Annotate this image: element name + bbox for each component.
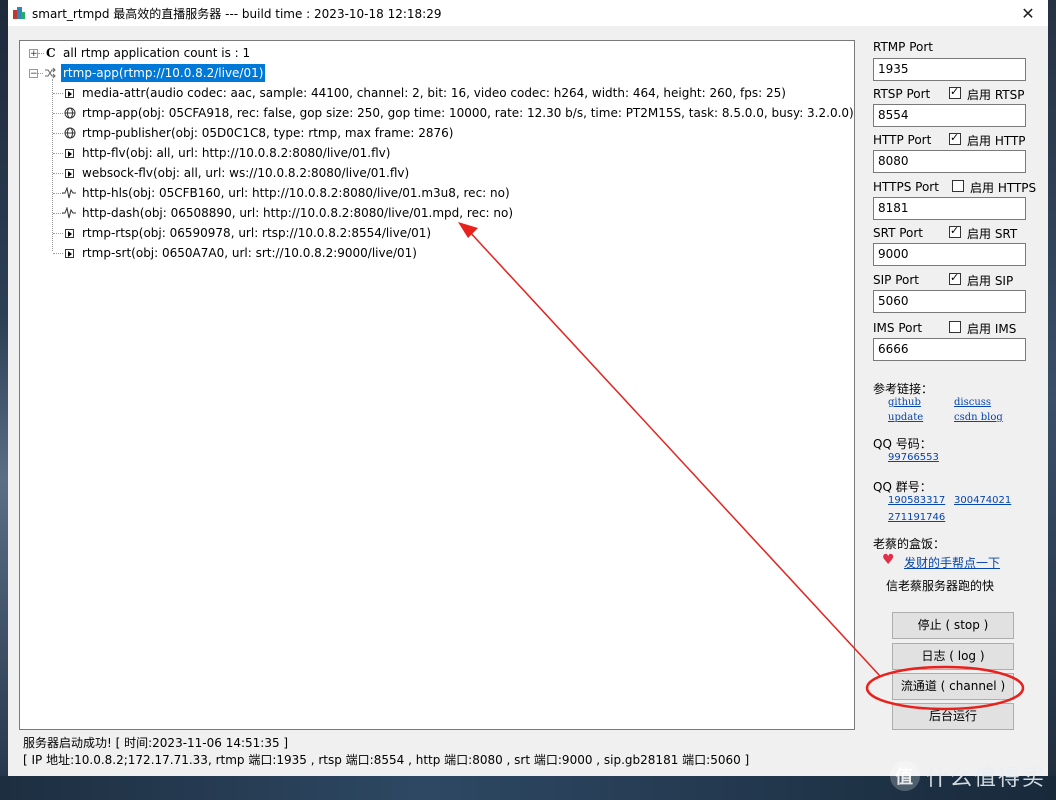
stop-button[interactable]: 停止 ( stop ) (892, 612, 1014, 639)
root-expand-toggle[interactable]: + (29, 49, 38, 59)
rtmp-port-input[interactable]: 1935 (873, 58, 1026, 81)
tree-child-node[interactable]: rtmp-publisher(obj: 05D0C1C8, type: rtmp… (82, 124, 453, 142)
http-port-input[interactable]: 8080 (873, 150, 1026, 173)
app-window: smart_rtmpd 最高效的直播服务器 --- build time : 2… (8, 0, 1048, 776)
discuss-link[interactable]: discuss (954, 397, 991, 408)
srt-port-label: SRT Port (873, 226, 924, 240)
https-enable-checkbox[interactable] (952, 180, 964, 192)
srt-port-input[interactable]: 9000 (873, 243, 1026, 266)
srt-enable-checkbox[interactable] (949, 224, 961, 238)
tree-child-node[interactable]: rtmp-rtsp(obj: 06590978, url: rtsp://10.… (82, 224, 431, 242)
globe-icon (64, 127, 76, 139)
title-bar: smart_rtmpd 最高效的直播服务器 --- build time : 2… (8, 0, 1048, 26)
leaf-icon (65, 249, 74, 258)
ims-enable-label: 启用 IMS (967, 322, 1017, 336)
tree-child-node[interactable]: http-dash(obj: 06508890, url: http://10.… (82, 204, 513, 222)
update-link[interactable]: update (888, 412, 923, 423)
desktop-left-edge (0, 0, 8, 800)
https-port-input[interactable]: 8181 (873, 197, 1026, 220)
rtsp-port-label: RTSP Port (873, 87, 931, 101)
rtsp-enable-label: 启用 RTSP (967, 88, 1025, 102)
qq-group-link-3[interactable]: 271191746 (888, 512, 945, 523)
status-details: [ IP 地址:10.0.8.2;172.17.71.33, rtmp 端口:1… (23, 753, 750, 767)
srt-enable-label: 启用 SRT (967, 227, 1018, 241)
ims-port-input[interactable]: 6666 (873, 338, 1026, 361)
donate-title: 老蔡的盒饭： (873, 537, 946, 551)
qq-group-title: QQ 群号： (873, 480, 932, 494)
github-link[interactable]: github (888, 397, 921, 408)
qq-group-link-2[interactable]: 300474021 (954, 495, 1011, 506)
channel-tree[interactable]: + C all rtmp application count is : 1 − … (19, 40, 855, 730)
wave-icon (62, 187, 76, 199)
ims-port-label: IMS Port (873, 321, 923, 335)
tree-child-node[interactable]: rtmp-app(obj: 05CFA918, rec: false, gop … (82, 104, 854, 122)
http-enable-label: 启用 HTTP (967, 134, 1026, 148)
app-expand-toggle[interactable]: − (29, 69, 38, 79)
https-port-label: HTTPS Port (873, 180, 939, 194)
leaf-icon (65, 229, 74, 238)
watermark: 值 什么值得买 (889, 760, 1046, 792)
leaf-icon (65, 89, 74, 98)
heart-icon: ♥ (882, 552, 895, 568)
app-icon (13, 7, 25, 19)
channel-button[interactable]: 流通道 ( channel ) (892, 673, 1014, 700)
donate-text: 信老蔡服务器跑的快 (886, 579, 995, 593)
tree-root-label[interactable]: all rtmp application count is : 1 (63, 44, 250, 62)
qq-number-link[interactable]: 99766553 (888, 452, 939, 463)
sip-port-input[interactable]: 5060 (873, 290, 1026, 313)
csdn-blog-link[interactable]: csdn blog (954, 412, 1003, 423)
tree-app-node[interactable]: rtmp-app(rtmp://10.0.8.2/live/01) (61, 64, 266, 82)
http-port-label: HTTP Port (873, 133, 932, 147)
tree-child-node[interactable]: rtmp-srt(obj: 0650A7A0, url: srt://10.0.… (82, 244, 417, 262)
links-title: 参考链接： (873, 382, 934, 396)
background-run-button[interactable]: 后台运行 (892, 703, 1014, 730)
ims-enable-checkbox[interactable] (949, 321, 961, 333)
wave-icon (62, 207, 76, 219)
rtsp-enable-checkbox[interactable] (949, 85, 961, 99)
sip-enable-checkbox[interactable] (949, 271, 961, 285)
watermark-badge: 值 (889, 761, 920, 791)
c-icon: C (46, 46, 56, 60)
desktop-right-edge (1048, 0, 1056, 800)
qq-title: QQ 号码： (873, 437, 932, 451)
leaf-icon (65, 169, 74, 178)
http-enable-checkbox[interactable] (949, 131, 961, 145)
watermark-text: 什么值得买 (925, 766, 1046, 791)
tree-child-node[interactable]: http-flv(obj: all, url: http://10.0.8.2:… (82, 144, 390, 162)
tree-child-node[interactable]: websock-flv(obj: all, url: ws://10.0.8.2… (82, 164, 409, 182)
sip-enable-label: 启用 SIP (967, 274, 1014, 288)
close-button[interactable]: ✕ (1008, 0, 1048, 26)
log-button[interactable]: 日志 ( log ) (892, 643, 1014, 670)
status-message: 服务器启动成功! [ 时间:2023-11-06 14:51:35 ] (23, 736, 289, 750)
tree-child-node[interactable]: media-attr(audio codec: aac, sample: 441… (82, 84, 786, 102)
globe-icon (64, 107, 76, 119)
rtsp-port-input[interactable]: 8554 (873, 104, 1026, 127)
tree-child-node[interactable]: http-hls(obj: 05CFB160, url: http://10.0… (82, 184, 510, 202)
shuffle-icon (45, 67, 56, 79)
rtmp-port-label: RTMP Port (873, 40, 933, 54)
donate-link[interactable]: 发财的手帮点一下 (904, 554, 1000, 571)
window-title: smart_rtmpd 最高效的直播服务器 --- build time : 2… (32, 7, 442, 21)
leaf-icon (65, 149, 74, 158)
qq-group-link-1[interactable]: 190583317 (888, 495, 945, 506)
https-enable-label: 启用 HTTPS (970, 181, 1037, 195)
sip-port-label: SIP Port (873, 273, 919, 287)
